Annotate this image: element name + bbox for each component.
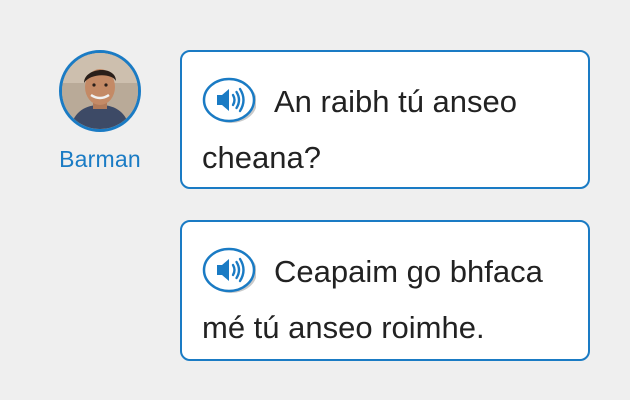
speaker-name: Barman: [59, 146, 141, 172]
dialogue-bubble: An raibh tú anseo cheana?: [180, 50, 590, 189]
speaker-icon[interactable]: [202, 76, 256, 124]
avatar: [59, 50, 141, 132]
dialogue-line: Ceapaim go bhfaca mé tú anseo roimhe.: [202, 244, 568, 356]
avatar-photo: [62, 53, 138, 129]
speaker-icon[interactable]: [202, 246, 256, 294]
dialogue-line: An raibh tú anseo cheana?: [202, 74, 568, 186]
dialogue-bubble: Ceapaim go bhfaca mé tú anseo roimhe.: [180, 220, 590, 361]
speaker-block: Barman: [55, 50, 145, 173]
